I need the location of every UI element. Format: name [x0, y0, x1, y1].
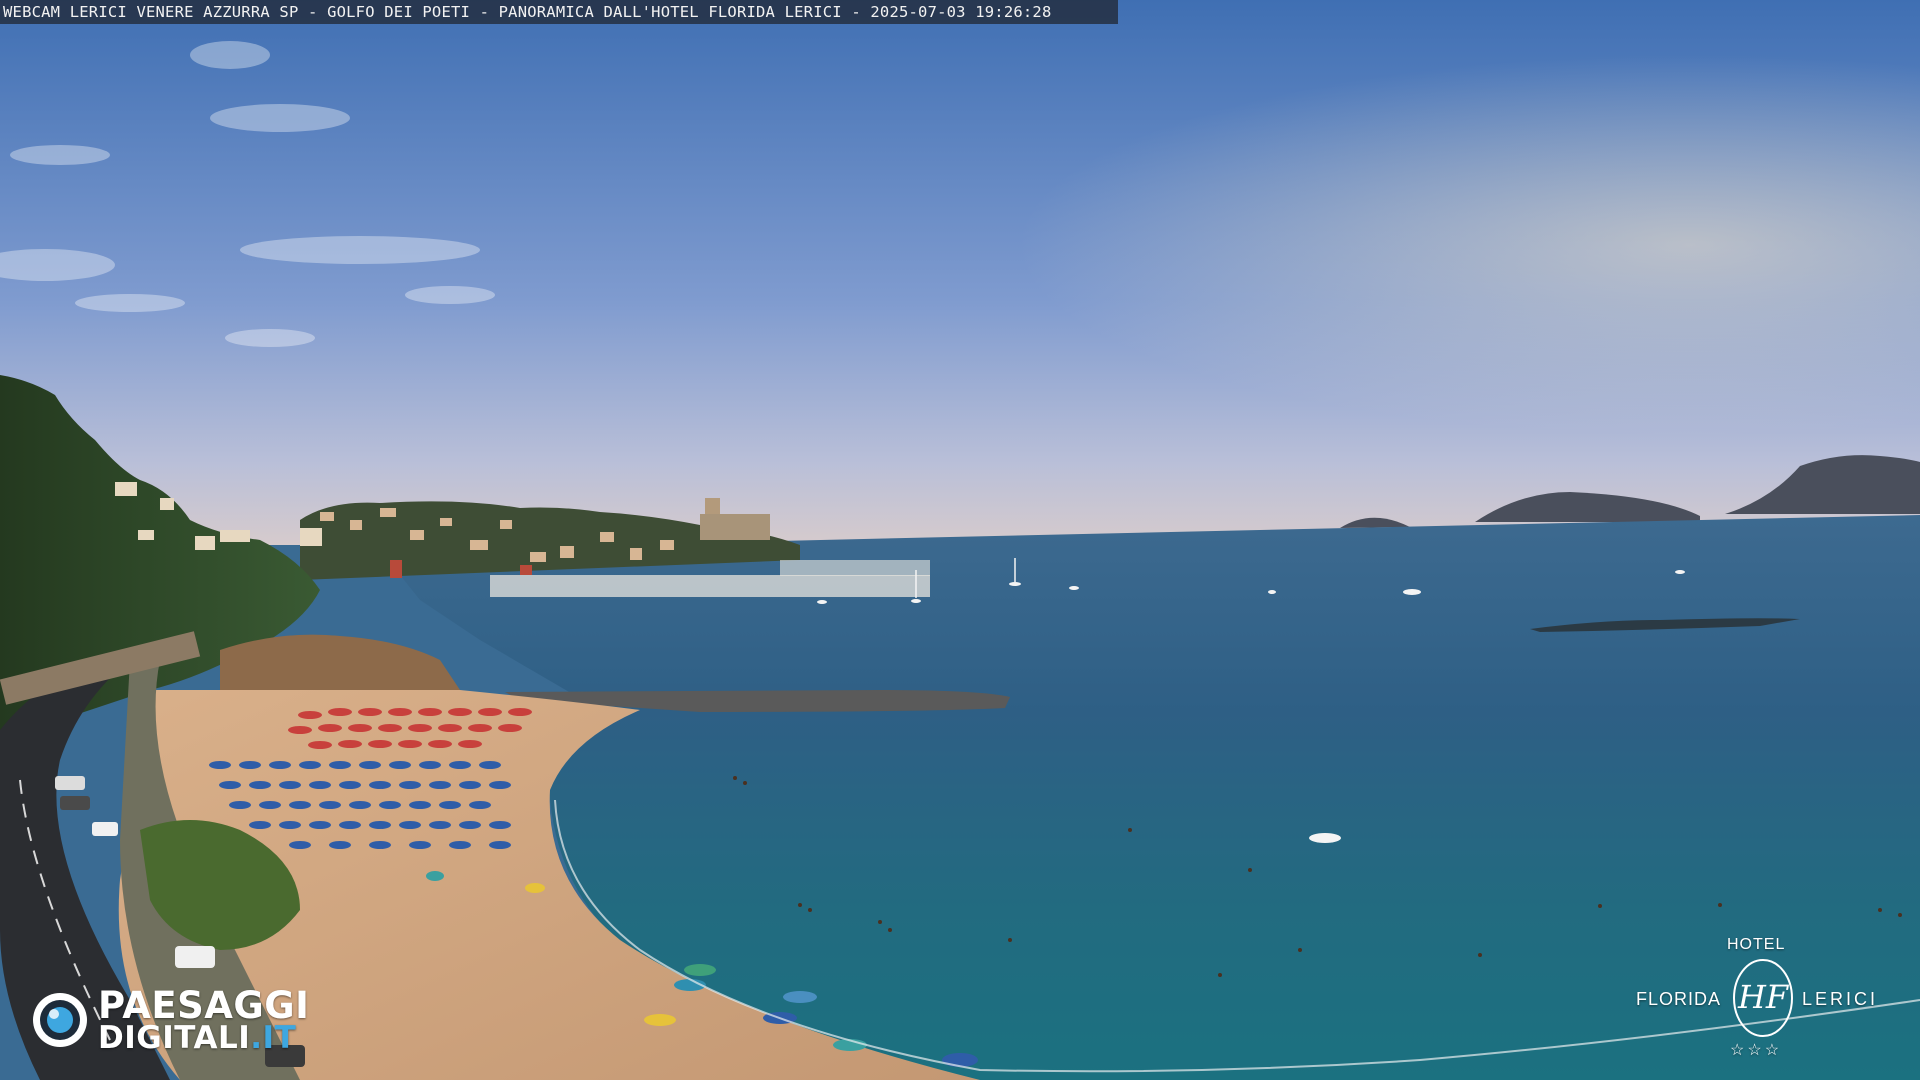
paesaggi-logo-tld: .IT	[250, 1020, 297, 1056]
paesaggi-logo-line2-main: DIGITALI	[98, 1020, 251, 1056]
webcam-scene	[0, 0, 1920, 1080]
hotel-stars: ☆☆☆	[1730, 1042, 1783, 1059]
hotel-word: HOTEL	[1727, 936, 1786, 953]
hotel-monogram: HF	[1737, 978, 1790, 1016]
paesaggi-digitali-logo: PAESAGGI DIGITALI.IT	[30, 986, 340, 1056]
hotel-monogram-icon: HF	[1733, 959, 1793, 1037]
hotel-florida-logo: HOTEL HF FLORIDA LERICI ☆☆☆	[1630, 934, 1900, 1064]
camera-lens-icon	[33, 993, 87, 1047]
webcam-caption: WEBCAM LERICI VENERE AZZURRA SP - GOLFO …	[0, 0, 1118, 24]
sunset-glow	[0, 0, 1920, 545]
hotel-name-left: FLORIDA	[1636, 989, 1722, 1009]
hotel-name-right: LERICI	[1802, 989, 1879, 1009]
paesaggi-logo-line2: DIGITALI.IT	[98, 1020, 296, 1056]
